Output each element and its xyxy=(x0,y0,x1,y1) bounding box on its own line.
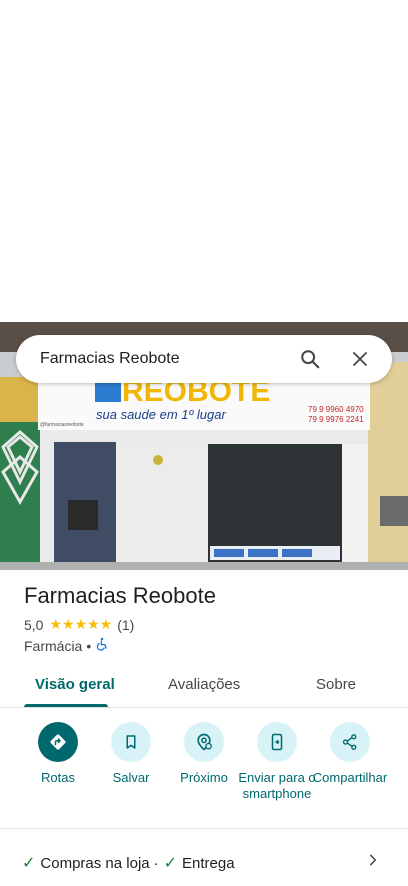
category-row: Farmácia • xyxy=(24,637,109,654)
bookmark-icon xyxy=(111,722,151,762)
review-count: (1) xyxy=(117,616,135,633)
close-icon[interactable] xyxy=(342,341,378,377)
share-label: Compartilhar xyxy=(312,770,388,785)
share-icon xyxy=(330,722,370,762)
search-icon[interactable] xyxy=(292,341,328,377)
tab-about[interactable]: Sobre xyxy=(316,676,356,693)
place-page: REOBOTE sua saude em 1º lugar 79 9 9960 … xyxy=(0,0,408,886)
share-button[interactable]: Compartilhar xyxy=(311,722,389,786)
send-to-phone-icon xyxy=(257,722,297,762)
directions-label: Rotas xyxy=(41,770,75,785)
send-to-phone-button[interactable]: Enviar para o smartphone xyxy=(238,722,316,802)
active-tab-indicator xyxy=(24,704,108,707)
wheelchair-icon xyxy=(95,637,109,654)
directions-button[interactable]: Rotas xyxy=(19,722,97,786)
tab-overview[interactable]: Visão geral xyxy=(35,676,115,693)
action-row: Rotas Salvar Próximo Enviar para o smart… xyxy=(0,722,408,822)
save-button[interactable]: Salvar xyxy=(92,722,170,786)
rating-value: 5,0 xyxy=(24,616,44,633)
place-title: Farmacias Reobote xyxy=(24,583,216,608)
sign-phone-2: 79 9 9976 2241 xyxy=(308,415,364,424)
nearby-icon xyxy=(184,722,224,762)
rating-row[interactable]: 5,0 ★★★★★ (1) xyxy=(24,616,134,633)
send-to-phone-label: Enviar para o smartphone xyxy=(238,770,316,801)
place-category: Farmácia xyxy=(24,637,83,654)
search-bar[interactable]: Farmacias Reobote xyxy=(16,335,392,383)
place-sheet: Farmacias Reobote 5,0 ★★★★★ (1) Farmácia… xyxy=(0,570,408,886)
tab-reviews[interactable]: Avaliações xyxy=(168,676,240,693)
save-label: Salvar xyxy=(112,770,150,785)
check-icon: ✓ xyxy=(22,855,36,872)
search-input[interactable]: Farmacias Reobote xyxy=(40,350,292,368)
nearby-label: Próximo xyxy=(180,770,228,785)
sign-slogan: sua saude em 1º lugar xyxy=(96,407,226,422)
category-separator: • xyxy=(86,637,92,654)
rating-stars: ★★★★★ xyxy=(49,616,113,632)
sign-phone-1: 79 9 9960 4970 xyxy=(308,405,364,414)
service-in-store: Compras na loja xyxy=(40,854,150,872)
chevron-right-icon[interactable] xyxy=(366,852,380,872)
check-icon: ✓ xyxy=(163,855,178,872)
service-delivery: Entrega xyxy=(182,854,235,872)
nearby-button[interactable]: Próximo xyxy=(165,722,243,786)
sign-handle: @farmaciasreobote xyxy=(40,422,84,428)
service-separator: · xyxy=(153,854,159,872)
section-divider xyxy=(0,828,408,829)
service-options-row[interactable]: ✓ Compras na loja · ✓ Entrega xyxy=(0,848,408,878)
tab-bar: Visão geral Avaliações Sobre xyxy=(0,666,408,708)
directions-icon xyxy=(38,722,78,762)
